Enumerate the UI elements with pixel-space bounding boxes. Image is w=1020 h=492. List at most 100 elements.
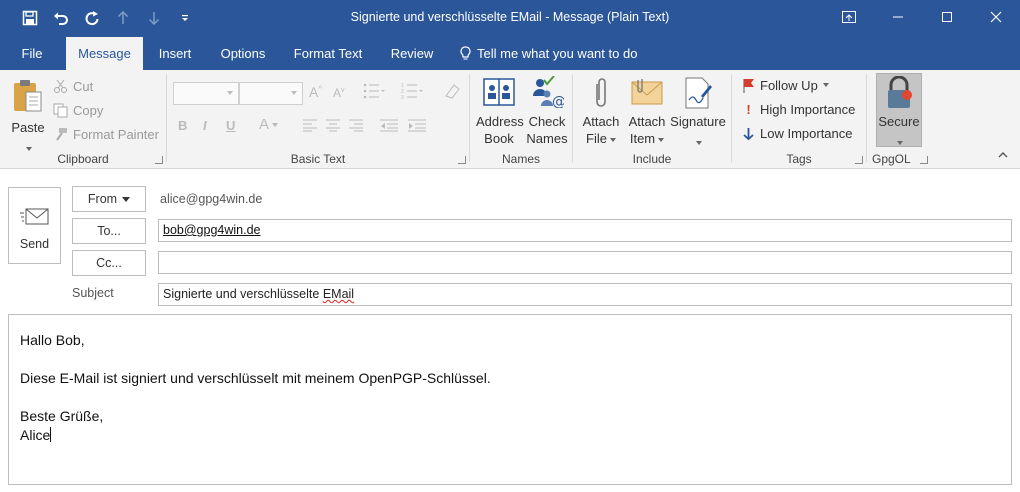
font-name-combo[interactable] [173,82,239,105]
down-arrow-blue-icon [743,127,754,140]
check-names-button[interactable]: @ Check Names [524,74,570,150]
font-size-combo[interactable] [239,82,303,105]
subject-label: Subject [72,286,114,300]
secure-button[interactable]: Secure [876,73,922,147]
from-label: From [87,192,118,206]
ribbon-tabs: File Message Insert Options Format Text … [0,37,1020,70]
attach-file-button[interactable]: Attach File [577,74,625,150]
gpgol-launcher-icon[interactable] [920,156,928,164]
address-book-button[interactable]: Address Book [476,74,524,150]
maximize-icon[interactable] [922,0,971,33]
tab-format-text[interactable]: Format Text [287,37,369,70]
tab-review[interactable]: Review [384,37,440,70]
tags-group-label: Tags [786,152,812,166]
window-controls [824,0,1020,33]
paste-button[interactable]: Paste [8,76,48,151]
send-button[interactable]: Send [8,187,61,264]
collapse-ribbon-icon[interactable] [998,147,1008,162]
numbering-icon[interactable]: 123 [401,82,423,103]
ribbon-display-options-icon[interactable] [824,0,873,33]
clipboard-launcher-icon[interactable] [155,156,163,164]
italic-icon[interactable]: I [203,118,207,133]
format-painter-icon [56,127,67,141]
copy-button[interactable]: Copy [53,98,159,122]
tags-buttons: Follow Up ! High Importance Low Importan… [742,73,855,145]
body-last-line: Alice [20,427,51,443]
minimize-icon[interactable] [873,0,922,33]
tags-launcher-icon[interactable] [855,156,863,164]
subject-field[interactable]: Signierte und verschlüsselte EMail [158,283,1012,306]
secure-label: Secure [878,114,920,129]
from-button[interactable]: From [72,186,146,212]
text-cursor [50,427,52,442]
send-label: Send [19,237,50,251]
check-names-label-line2: Names [526,131,568,146]
address-book-label-line1: Address [476,114,524,129]
tab-file[interactable]: File [8,37,56,70]
tab-options[interactable]: Options [212,37,274,70]
attach-file-label-line2: File [577,130,625,147]
attach-item-label-line2: Item [625,130,669,147]
compose-area: Send From alice@gpg4win.de To... bob@gpg… [0,170,1020,492]
to-button[interactable]: To... [72,218,146,244]
body-line: Alice [20,426,1000,445]
from-address: alice@gpg4win.de [160,192,263,206]
body-line: Diese E-Mail ist signiert und verschlüss… [20,370,491,386]
tab-insert[interactable]: Insert [151,37,199,70]
address-book-icon [483,78,515,106]
scissors-icon [54,79,67,93]
low-importance-button[interactable]: Low Importance [742,121,855,145]
copy-icon [53,103,68,117]
decrease-indent-icon[interactable] [379,118,399,135]
lightbulb-icon [460,46,471,60]
signature-label: Signature [670,114,726,129]
check-names-icon: @ [533,76,564,108]
tell-me-search[interactable]: Tell me what you want to do [460,37,637,70]
align-right-icon[interactable] [348,118,364,135]
body-line: Hallo Bob, [20,332,85,348]
attach-item-button[interactable]: Attach Item [625,74,669,150]
underline-icon[interactable]: U [226,118,235,133]
align-left-icon[interactable] [302,118,318,135]
subject-text-misspelled: EMail [322,287,355,301]
cut-button[interactable]: Cut [53,74,159,98]
grow-font-icon[interactable]: A^ [309,84,322,100]
envelope-attach-icon [631,79,663,105]
message-body[interactable]: Hallo Bob, Diese E-Mail ist signiert und… [8,314,1012,485]
close-icon[interactable] [971,0,1020,33]
tags-group: Follow Up ! High Importance Low Importan… [732,70,866,169]
follow-up-button[interactable]: Follow Up [742,73,855,97]
clear-formatting-icon[interactable] [443,82,461,103]
body-line: Beste Grüße, [20,408,104,424]
bullets-icon[interactable] [363,82,385,103]
paperclip-icon [596,78,606,107]
align-center-icon[interactable] [325,118,341,135]
copy-label: Copy [73,102,104,118]
increase-indent-icon[interactable] [407,118,427,135]
flag-icon [743,78,754,93]
high-importance-button[interactable]: ! High Importance [742,97,855,121]
svg-text:3: 3 [401,95,404,100]
basic-text-launcher-icon[interactable] [458,156,466,164]
to-recipient[interactable]: bob@gpg4win.de [163,223,261,237]
shrink-font-icon[interactable]: Av [333,86,345,100]
font-color-icon[interactable]: A [259,116,279,133]
cc-button[interactable]: Cc... [72,250,146,276]
clipboard-group: Paste Cut Copy Format Painter Clipboard [0,70,166,169]
basic-text-group-label: Basic Text [290,152,346,166]
bold-icon[interactable]: B [178,118,187,133]
high-importance-label: High Importance [760,101,856,117]
ribbon: Paste Cut Copy Format Painter Clipboard [0,70,1020,169]
to-field[interactable]: bob@gpg4win.de [158,219,1012,242]
exclamation-icon: ! [746,101,751,117]
cc-field[interactable] [158,251,1012,274]
padlock-icon [888,76,912,108]
tab-message[interactable]: Message [66,37,143,70]
body-line [20,350,1000,369]
address-book-label-line2: Book [484,131,514,146]
clipboard-paste-icon [14,80,42,112]
low-importance-label: Low Importance [760,125,853,141]
clipboard-small-buttons: Cut Copy Format Painter [53,74,159,146]
signature-button[interactable]: Signature [669,74,727,150]
format-painter-button[interactable]: Format Painter [53,122,159,146]
